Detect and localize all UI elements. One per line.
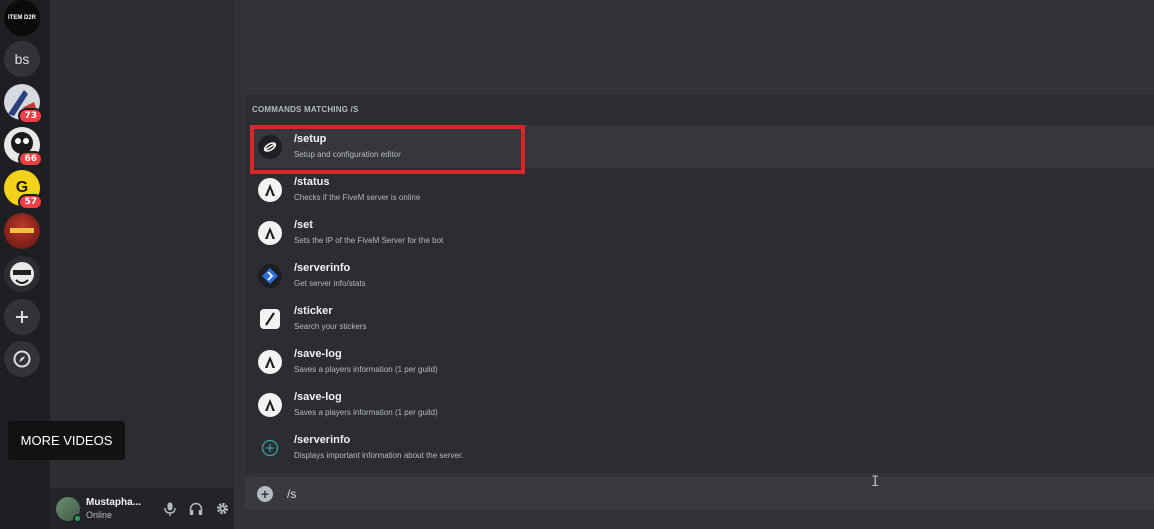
- username: Mustapha...: [86, 496, 142, 508]
- server-item-bs[interactable]: bs: [4, 41, 40, 77]
- command-option-save-log[interactable]: /save-log Saves a players information (1…: [252, 340, 1154, 383]
- command-description: Get server info/stats: [294, 278, 366, 288]
- server-item-6[interactable]: [4, 213, 40, 249]
- serverinfo-bot-icon: [258, 263, 282, 288]
- server-item-7[interactable]: [4, 256, 40, 292]
- server-avatar-6: [4, 213, 40, 249]
- command-description: Displays important information about the…: [294, 450, 464, 460]
- user-status: Online: [86, 509, 113, 520]
- command-option-serverinfo[interactable]: /serverinfo Get server info/stats: [252, 254, 1154, 297]
- server-itemd2r-logo: ITEM D2R: [4, 0, 40, 36]
- command-option-set[interactable]: /set Sets the IP of the FiveM Server for…: [252, 211, 1154, 254]
- command-option-status[interactable]: /status Checks if the FiveM server is on…: [252, 168, 1154, 211]
- unread-badge: 73: [18, 108, 43, 124]
- command-name: /status: [294, 175, 330, 188]
- discord-window: ITEM D2R bs 73 66 G 57 Mustapha... Onlin…: [0, 0, 1154, 529]
- user-panel: Mustapha... Online: [50, 488, 234, 529]
- gear-icon[interactable]: [214, 501, 230, 517]
- fivem-bot-icon: [258, 177, 282, 202]
- text-cursor-icon: I: [871, 474, 880, 490]
- message-input-bar[interactable]: + /s: [245, 477, 1154, 510]
- command-description: Checks if the FiveM server is online: [294, 192, 421, 202]
- sticker-icon: [258, 307, 282, 331]
- command-name: /serverinfo: [294, 261, 351, 274]
- compass-icon: [13, 350, 31, 368]
- fivem-bot-icon: [258, 220, 282, 245]
- fivem-bot-icon: [258, 349, 282, 374]
- server-item-itemd2r[interactable]: ITEM D2R: [4, 0, 40, 36]
- more-videos-button[interactable]: MORE VIDEOS: [8, 421, 125, 460]
- command-option-serverinfo-2[interactable]: /serverinfo Displays important informati…: [252, 426, 1154, 469]
- user-avatar[interactable]: [56, 496, 82, 523]
- highlight-box: [250, 125, 525, 174]
- command-option-sticker[interactable]: /sticker Search your stickers: [252, 297, 1154, 340]
- command-description: Search your stickers: [294, 321, 367, 331]
- command-name: /serverinfo: [294, 433, 351, 446]
- server-item-5[interactable]: G 57: [4, 170, 43, 210]
- add-attachment-button[interactable]: +: [257, 485, 273, 502]
- message-input[interactable]: /s: [287, 487, 296, 501]
- headphones-icon[interactable]: [188, 501, 204, 517]
- server-item-3[interactable]: 73: [4, 84, 43, 124]
- explore-servers-button[interactable]: [4, 341, 40, 377]
- unread-badge: 66: [18, 151, 43, 167]
- plus-icon: [16, 311, 28, 323]
- command-name: /save-log: [294, 390, 342, 403]
- add-circle-icon: [258, 436, 282, 460]
- command-name: /save-log: [294, 347, 342, 360]
- command-description: Saves a players information (1 per guild…: [294, 364, 438, 374]
- server-avatar-7: [4, 256, 40, 292]
- autocomplete-title: COMMANDS MATCHING /S: [252, 105, 359, 114]
- online-status-dot: [73, 513, 82, 523]
- microphone-icon[interactable]: [162, 501, 178, 517]
- command-option-save-log-2[interactable]: /save-log Saves a players information (1…: [252, 383, 1154, 426]
- plus-icon: +: [260, 485, 270, 502]
- add-server-button[interactable]: [4, 299, 40, 335]
- server-item-4[interactable]: 66: [4, 127, 43, 167]
- fivem-bot-icon: [258, 392, 282, 417]
- command-description: Saves a players information (1 per guild…: [294, 407, 438, 417]
- command-description: Sets the IP of the FiveM Server for the …: [294, 235, 444, 245]
- command-name: /sticker: [294, 304, 333, 317]
- unread-badge: 57: [18, 194, 43, 210]
- user-info[interactable]: Mustapha... Online: [86, 497, 148, 521]
- command-name: /set: [294, 218, 313, 231]
